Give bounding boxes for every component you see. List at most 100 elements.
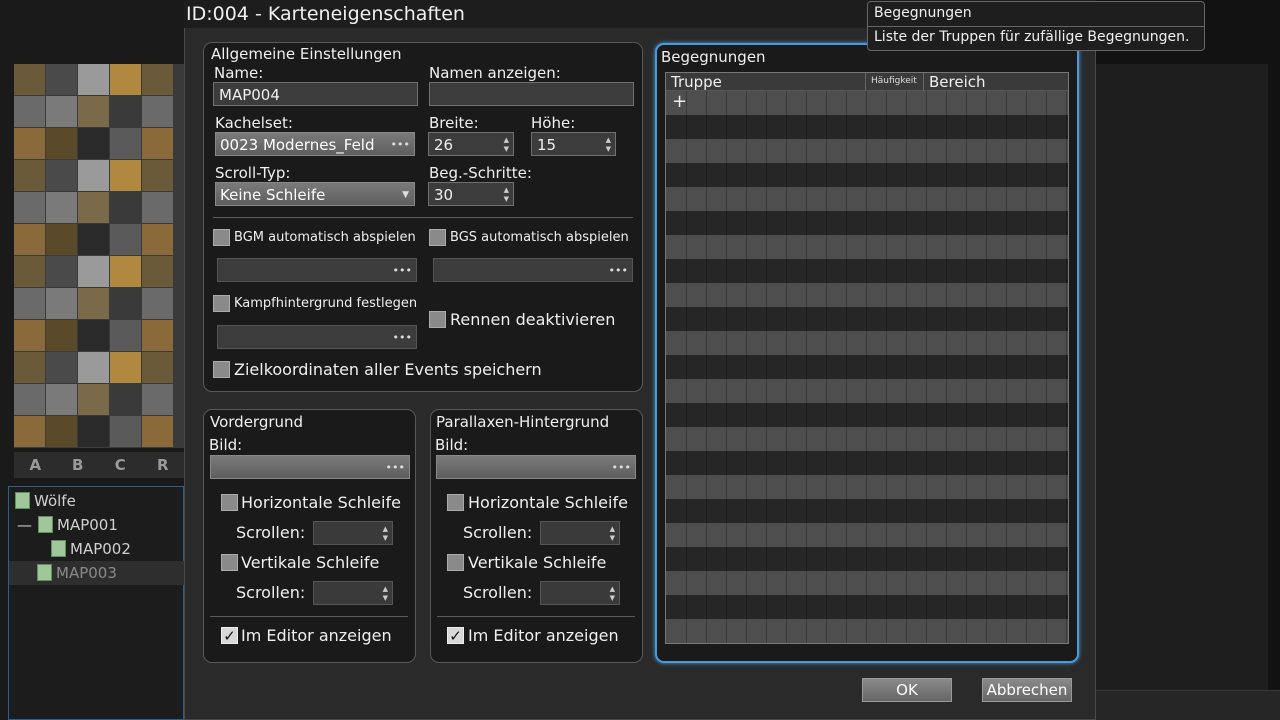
tile[interactable] (14, 416, 45, 447)
tile[interactable] (78, 160, 109, 191)
tile[interactable] (142, 64, 173, 95)
tile[interactable] (14, 224, 45, 255)
tile[interactable] (110, 416, 141, 447)
tile[interactable] (46, 320, 77, 351)
tile[interactable] (14, 128, 45, 159)
parallax-vloop-checkbox[interactable] (447, 554, 464, 571)
foreground-scroll-x-stepper[interactable]: ▲ ▼ (313, 521, 393, 545)
tile[interactable] (142, 320, 173, 351)
tile[interactable] (14, 288, 45, 319)
tile[interactable] (14, 352, 45, 383)
tile[interactable] (46, 352, 77, 383)
tile[interactable] (142, 96, 173, 127)
add-icon[interactable]: + (672, 91, 687, 113)
tile[interactable] (110, 288, 141, 319)
tile[interactable] (142, 384, 173, 415)
tile[interactable] (78, 64, 109, 95)
parallax-show-editor-checkbox[interactable]: ✓ (447, 627, 464, 645)
tile[interactable] (46, 160, 77, 191)
ok-button[interactable]: OK (862, 678, 952, 702)
cancel-button[interactable]: Abbrechen (982, 678, 1072, 702)
disable-dash-checkbox[interactable] (429, 311, 446, 328)
tile[interactable] (14, 320, 45, 351)
tile[interactable] (46, 416, 77, 447)
tile[interactable] (46, 128, 77, 159)
tile[interactable] (78, 256, 109, 287)
tile[interactable] (110, 128, 141, 159)
tile[interactable] (142, 128, 173, 159)
height-stepper[interactable]: 15 ▲ ▼ (531, 132, 616, 156)
tile[interactable] (46, 384, 77, 415)
tile[interactable] (142, 416, 173, 447)
bgs-select[interactable]: ••• (433, 258, 633, 282)
tile[interactable] (14, 96, 45, 127)
foreground-show-editor-checkbox[interactable]: ✓ (221, 627, 238, 645)
name-input[interactable]: MAP004 (213, 82, 418, 106)
tile[interactable] (142, 224, 173, 255)
tile[interactable] (14, 256, 45, 287)
parallax-scroll-x-stepper[interactable]: ▲ ▼ (540, 521, 620, 545)
tile[interactable] (46, 288, 77, 319)
foreground-hloop-checkbox[interactable] (221, 494, 238, 511)
foreground-vloop-checkbox[interactable] (221, 554, 238, 571)
tileset-tab-c[interactable]: C (99, 452, 142, 478)
tile[interactable] (46, 224, 77, 255)
tile[interactable] (78, 288, 109, 319)
map-tree-item[interactable]: — MAP001 (9, 513, 193, 537)
tile[interactable] (14, 64, 45, 95)
tileset-tab-b[interactable]: B (57, 452, 100, 478)
tile[interactable] (78, 128, 109, 159)
tile[interactable] (78, 352, 109, 383)
tile[interactable] (142, 256, 173, 287)
bgm-select[interactable]: ••• (217, 258, 417, 282)
map-tree-project[interactable]: Wölfe (9, 489, 191, 513)
tile[interactable] (46, 96, 77, 127)
parallax-image-select[interactable]: ••• (436, 455, 636, 479)
tile[interactable] (110, 256, 141, 287)
encounters-list[interactable]: Truppe Häufigkeit Bereich + (665, 72, 1069, 644)
column-troop[interactable]: Truppe (671, 73, 722, 91)
tile[interactable] (78, 96, 109, 127)
tile[interactable] (142, 192, 173, 223)
tile[interactable] (78, 384, 109, 415)
display-name-input[interactable] (429, 82, 634, 106)
tile[interactable] (110, 320, 141, 351)
parallax-scroll-y-stepper[interactable]: ▲ ▼ (540, 581, 620, 605)
save-event-locations-checkbox[interactable] (213, 361, 230, 378)
tileset-tab-a[interactable]: A (14, 452, 57, 478)
autoplay-bgm-checkbox[interactable] (213, 229, 230, 246)
foreground-scroll-y-stepper[interactable]: ▲ ▼ (313, 581, 393, 605)
tile[interactable] (14, 384, 45, 415)
battleback-checkbox[interactable] (213, 295, 230, 312)
tile[interactable] (110, 160, 141, 191)
tileset-tab-r[interactable]: R (142, 452, 185, 478)
width-stepper[interactable]: 26 ▲ ▼ (428, 132, 514, 156)
tile[interactable] (14, 160, 45, 191)
autoplay-bgs-checkbox[interactable] (429, 229, 446, 246)
parallax-hloop-checkbox[interactable] (447, 494, 464, 511)
column-weight[interactable]: Häufigkeit (871, 76, 917, 86)
tile[interactable] (46, 256, 77, 287)
tile[interactable] (110, 352, 141, 383)
tile[interactable] (110, 64, 141, 95)
battleback-select[interactable]: ••• (217, 325, 417, 349)
tile[interactable] (142, 160, 173, 191)
tile[interactable] (110, 384, 141, 415)
tileset-palette[interactable] (14, 64, 184, 448)
tile[interactable] (142, 352, 173, 383)
encounter-steps-stepper[interactable]: 30 ▲ ▼ (428, 182, 514, 206)
tile[interactable] (110, 224, 141, 255)
column-range[interactable]: Bereich (929, 73, 986, 91)
foreground-image-select[interactable]: ••• (210, 455, 410, 479)
tile[interactable] (78, 192, 109, 223)
tile[interactable] (78, 320, 109, 351)
tile[interactable] (78, 416, 109, 447)
tile[interactable] (46, 192, 77, 223)
tile[interactable] (46, 64, 77, 95)
tile[interactable] (142, 288, 173, 319)
tile[interactable] (110, 192, 141, 223)
tile[interactable] (110, 96, 141, 127)
tileset-select[interactable]: 0023 Modernes_Feld ••• (215, 132, 415, 156)
tile[interactable] (14, 192, 45, 223)
scroll-type-select[interactable]: Keine Schleife ▼ (215, 182, 415, 206)
